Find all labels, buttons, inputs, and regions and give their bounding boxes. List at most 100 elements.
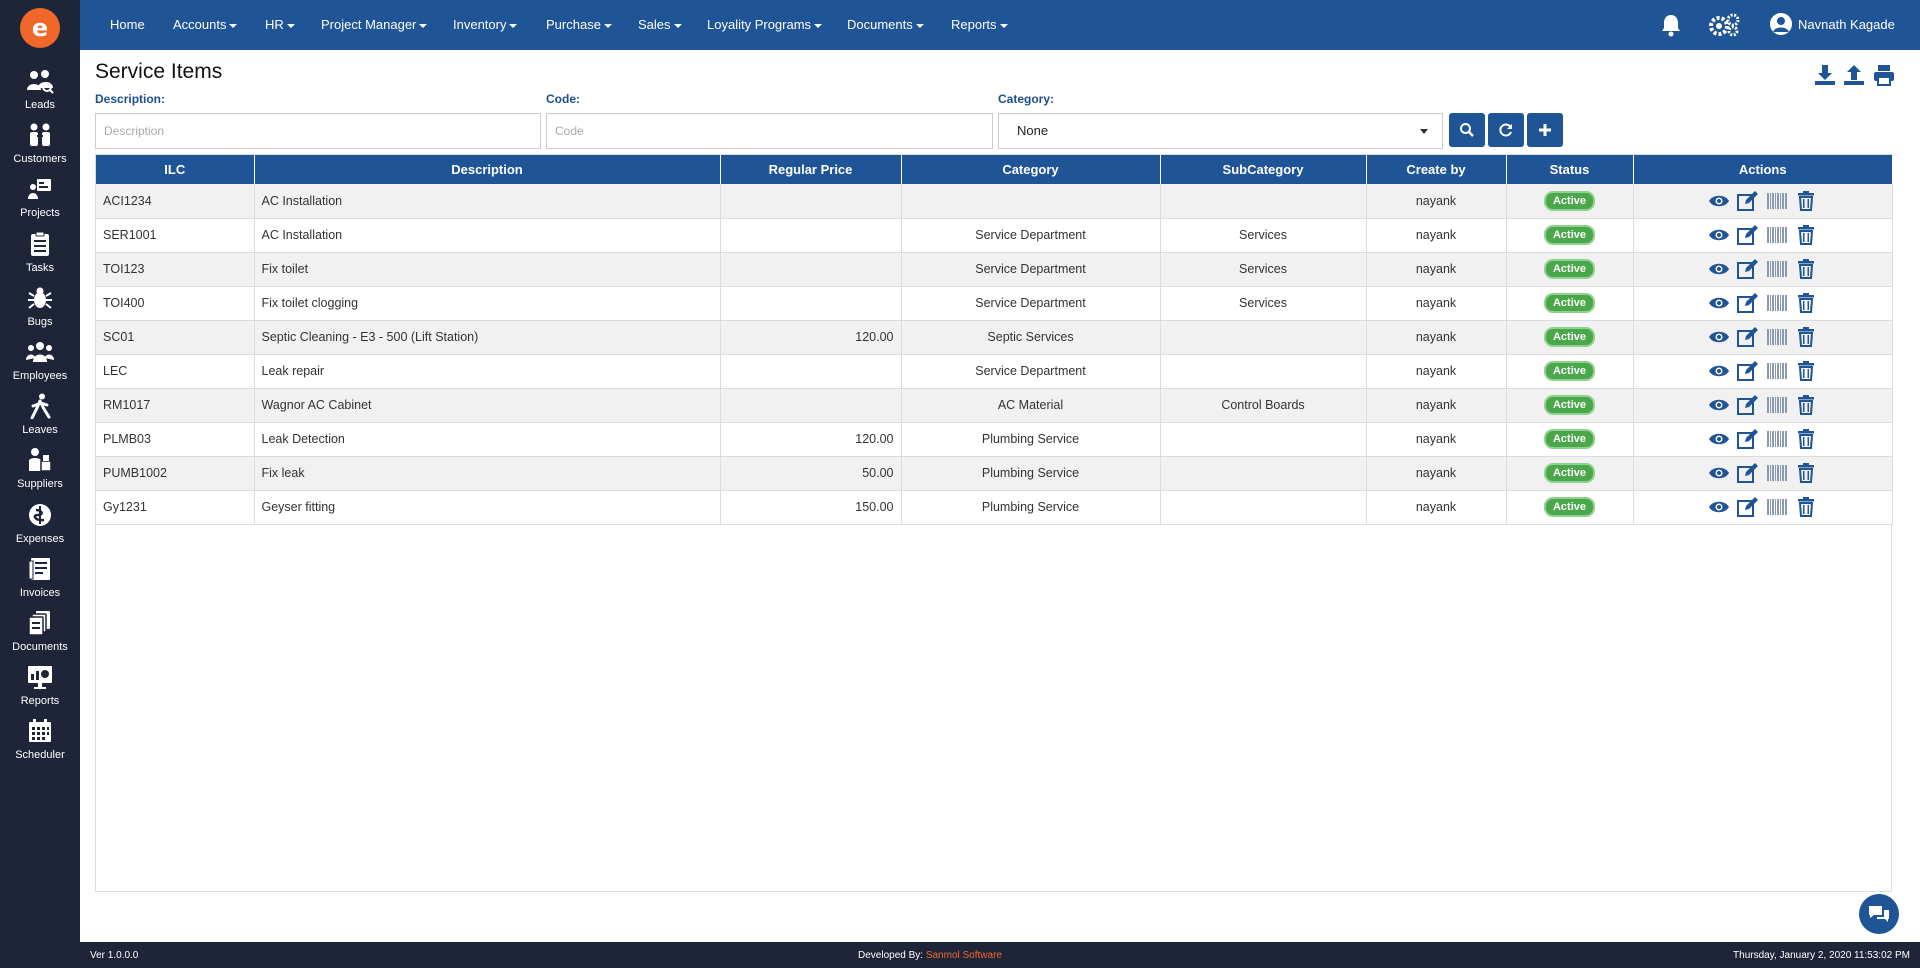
user-menu[interactable]: Navnath Kagade xyxy=(1770,13,1895,35)
sidebar-item-suppliers[interactable]: Suppliers xyxy=(0,446,80,500)
nav-loyality-programs[interactable]: Loyality Programs xyxy=(707,0,823,50)
nav-documents[interactable]: Documents xyxy=(847,0,924,50)
barcode-icon[interactable] xyxy=(1766,224,1788,246)
add-button[interactable] xyxy=(1527,113,1563,147)
sidebar-item-reports[interactable]: Reports xyxy=(0,663,80,717)
barcode-icon[interactable] xyxy=(1766,428,1788,450)
edit-icon[interactable] xyxy=(1737,190,1759,212)
view-icon[interactable] xyxy=(1708,326,1730,348)
sidebar-item-customers[interactable]: Customers xyxy=(0,121,80,175)
column-header-description[interactable]: Description xyxy=(254,155,721,184)
caret-down-icon xyxy=(286,23,295,28)
refresh-button[interactable] xyxy=(1488,113,1524,147)
nav-inventory[interactable]: Inventory xyxy=(453,0,518,50)
sidebar-item-projects[interactable]: Projects xyxy=(0,175,80,229)
view-icon[interactable] xyxy=(1708,394,1730,416)
download-icon[interactable] xyxy=(1812,62,1838,88)
column-header-ilc[interactable]: ILC xyxy=(96,155,255,184)
table-row[interactable]: LEC Leak repair Service Department nayank Ac… xyxy=(96,354,1893,389)
nav-accounts[interactable]: Accounts xyxy=(173,0,238,50)
column-header-regular-price[interactable]: Regular Price xyxy=(720,155,902,184)
description-input[interactable] xyxy=(95,113,541,149)
edit-icon[interactable] xyxy=(1737,394,1759,416)
delete-icon[interactable] xyxy=(1795,292,1817,314)
table-row[interactable]: Gy1231 Geyser fitting 150.00 Plumbing Servi… xyxy=(96,490,1893,525)
developer-brand-link[interactable]: Sanmol Software xyxy=(926,950,1002,961)
sidebar-item-tasks[interactable]: Tasks xyxy=(0,230,80,284)
print-icon[interactable] xyxy=(1871,62,1897,88)
barcode-icon[interactable] xyxy=(1766,258,1788,280)
delete-icon[interactable] xyxy=(1795,462,1817,484)
delete-icon[interactable] xyxy=(1795,394,1817,416)
delete-icon[interactable] xyxy=(1795,428,1817,450)
barcode-icon[interactable] xyxy=(1766,292,1788,314)
sidebar-item-scheduler[interactable]: Scheduler xyxy=(0,717,80,771)
code-input[interactable] xyxy=(546,113,993,149)
table-row[interactable]: PUMB1002 Fix leak 50.00 Plumbing Service nay… xyxy=(96,456,1893,491)
view-icon[interactable] xyxy=(1708,360,1730,382)
sidebar-item-employees[interactable]: Employees xyxy=(0,338,80,392)
view-icon[interactable] xyxy=(1708,258,1730,280)
sidebar-item-expenses[interactable]: Expenses xyxy=(0,501,80,555)
view-icon[interactable] xyxy=(1708,462,1730,484)
delete-icon[interactable] xyxy=(1795,326,1817,348)
table-row[interactable]: TOI400 Fix toilet clogging Service Departm… xyxy=(96,286,1893,321)
edit-icon[interactable] xyxy=(1737,224,1759,246)
search-button[interactable] xyxy=(1449,113,1485,147)
barcode-icon[interactable] xyxy=(1766,496,1788,518)
nav-purchase[interactable]: Purchase xyxy=(546,0,612,50)
sidebar-item-leaves[interactable]: Leaves xyxy=(0,392,80,446)
nav-hr[interactable]: HR xyxy=(265,0,295,50)
barcode-icon[interactable] xyxy=(1766,394,1788,416)
sidebar-item-invoices[interactable]: Invoices xyxy=(0,555,80,609)
reports-icon xyxy=(26,663,54,691)
table-row[interactable]: SER1001 AC Installation Service Department… xyxy=(96,218,1893,253)
table-row[interactable]: ACI1234 AC Installation nayank Active xyxy=(96,184,1893,219)
category-select[interactable]: None xyxy=(998,113,1443,149)
app-logo[interactable]: e xyxy=(20,8,60,48)
table-row[interactable]: RM1017 Wagnor AC Cabinet AC Material Contro… xyxy=(96,388,1893,423)
nav-reports[interactable]: Reports xyxy=(951,0,1008,50)
cell-regular-price: 50.00 xyxy=(720,456,902,491)
sidebar-item-bugs[interactable]: Bugs xyxy=(0,284,80,338)
edit-icon[interactable] xyxy=(1737,292,1759,314)
view-icon[interactable] xyxy=(1708,428,1730,450)
view-icon[interactable] xyxy=(1708,224,1730,246)
view-icon[interactable] xyxy=(1708,496,1730,518)
table-row[interactable]: TOI123 Fix toilet Service Department Servic… xyxy=(96,252,1893,287)
column-header-category[interactable]: Category xyxy=(901,155,1161,184)
edit-icon[interactable] xyxy=(1737,496,1759,518)
barcode-icon[interactable] xyxy=(1766,462,1788,484)
bell-icon[interactable] xyxy=(1657,12,1685,38)
settings-gears-icon[interactable] xyxy=(1707,12,1741,38)
edit-icon[interactable] xyxy=(1737,360,1759,382)
developed-by-label: Developed By: xyxy=(858,950,924,961)
delete-icon[interactable] xyxy=(1795,190,1817,212)
table-row[interactable]: SC01 Septic Cleaning - E3 - 500 (Lift Sta… xyxy=(96,320,1893,355)
delete-icon[interactable] xyxy=(1795,224,1817,246)
nav-sales[interactable]: Sales xyxy=(638,0,682,50)
cell-created-by: nayank xyxy=(1366,286,1507,321)
view-icon[interactable] xyxy=(1708,292,1730,314)
nav-home[interactable]: Home xyxy=(110,0,145,50)
edit-icon[interactable] xyxy=(1737,258,1759,280)
barcode-icon[interactable] xyxy=(1766,326,1788,348)
column-header-subcategory[interactable]: SubCategory xyxy=(1160,155,1367,184)
barcode-icon[interactable] xyxy=(1766,190,1788,212)
barcode-icon[interactable] xyxy=(1766,360,1788,382)
edit-icon[interactable] xyxy=(1737,428,1759,450)
edit-icon[interactable] xyxy=(1737,462,1759,484)
sidebar-item-leads[interactable]: Leads xyxy=(0,67,80,121)
chat-button[interactable] xyxy=(1859,894,1899,934)
sidebar-item-documents[interactable]: Documents xyxy=(0,609,80,663)
edit-icon[interactable] xyxy=(1737,326,1759,348)
view-icon[interactable] xyxy=(1708,190,1730,212)
upload-icon[interactable] xyxy=(1841,62,1867,88)
table-row[interactable]: PLMB03 Leak Detection 120.00 Plumbing Servi… xyxy=(96,422,1893,457)
delete-icon[interactable] xyxy=(1795,360,1817,382)
column-header-create-by[interactable]: Create by xyxy=(1366,155,1507,184)
delete-icon[interactable] xyxy=(1795,258,1817,280)
nav-project-manager[interactable]: Project Manager xyxy=(321,0,428,50)
delete-icon[interactable] xyxy=(1795,496,1817,518)
column-header-status[interactable]: Status xyxy=(1506,155,1634,184)
